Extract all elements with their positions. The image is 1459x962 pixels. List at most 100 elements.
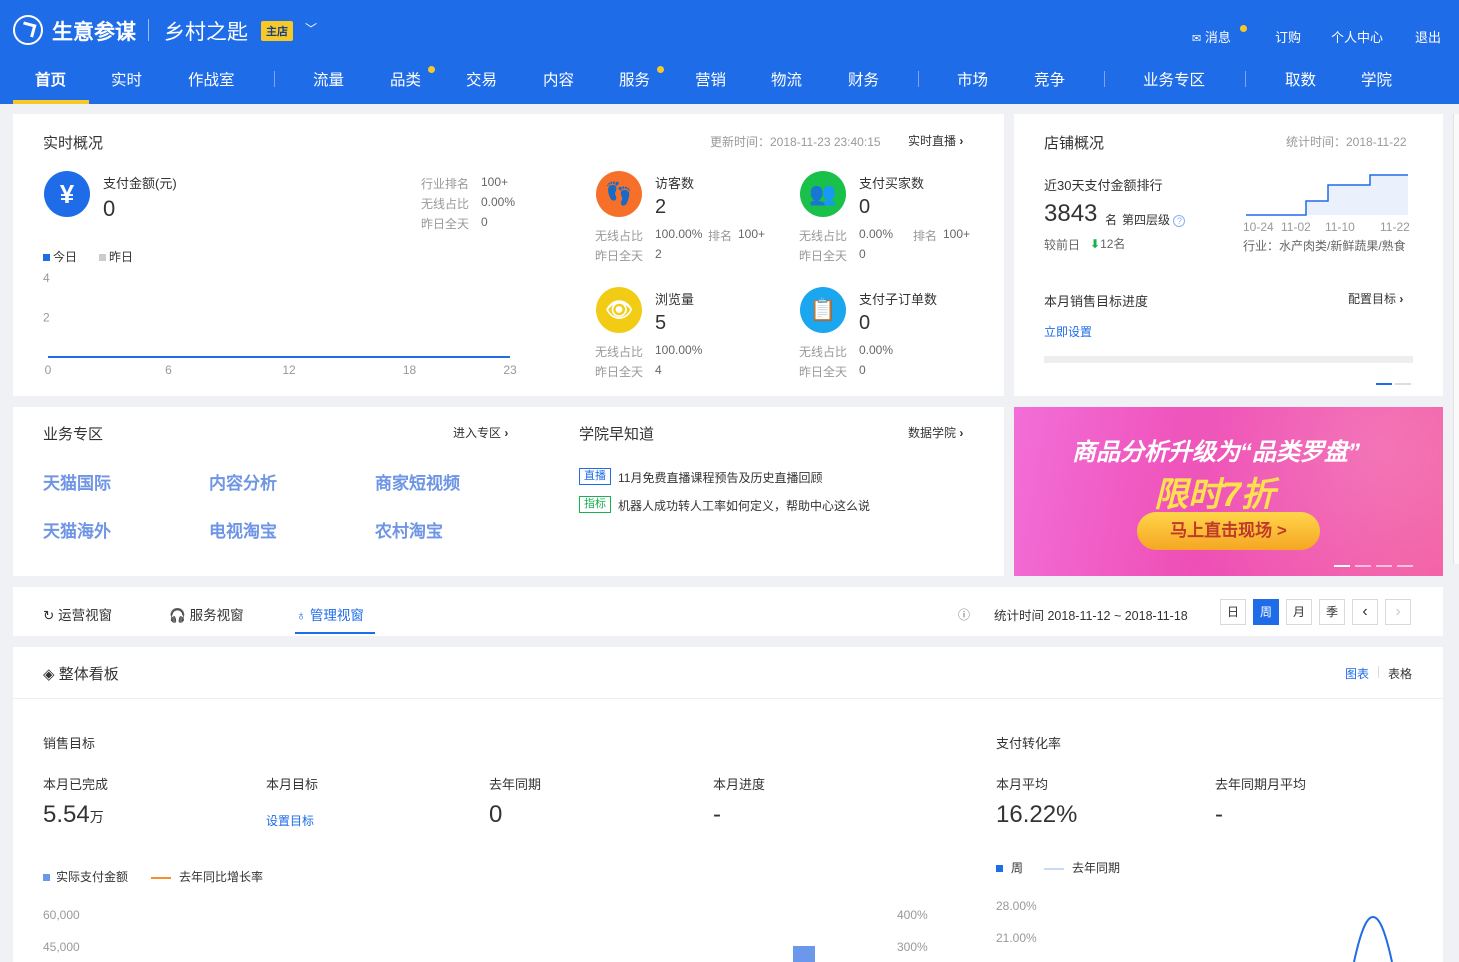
info-icon[interactable]: ⓘ	[958, 606, 970, 623]
legend-last-year[interactable]: 去年同期	[1044, 859, 1120, 876]
legend-swatch	[996, 865, 1003, 872]
nav-content[interactable]: 内容	[543, 68, 574, 90]
set-target-link[interactable]: 设置目标	[266, 812, 314, 829]
personal-center-link[interactable]: 个人中心	[1331, 27, 1383, 46]
nav-market[interactable]: 市场	[957, 68, 988, 90]
shop-badge: 主店	[261, 21, 293, 41]
legend-swatch	[1044, 867, 1064, 870]
carousel-dot[interactable]	[1397, 565, 1413, 567]
mode-table-link[interactable]: 表格	[1388, 665, 1412, 682]
tab-operations[interactable]: ↻ 运营视窗	[43, 604, 112, 624]
notification-dot	[1240, 25, 1247, 32]
academy-item-link[interactable]: 机器人成功转人工率如何定义，帮助中心这么说	[618, 497, 870, 514]
suborders-wireless-label: 无线占比	[799, 345, 848, 359]
promo-banner[interactable]: 商品分析升级为“品类罗盘” 限时7折 马上直击现场 >	[1014, 407, 1443, 576]
pager-dot-active[interactable]	[1376, 383, 1392, 385]
config-target-link[interactable]: 配置目标 ›	[1348, 290, 1403, 307]
data-academy-link[interactable]: 数据学院 ›	[908, 424, 963, 441]
suborders-value: 0	[859, 312, 871, 334]
biz-link-short-video[interactable]: 商家短视频	[375, 469, 460, 494]
academy-item-link[interactable]: 11月免费直播课程预告及历史直播回顾	[618, 469, 822, 486]
carousel-dot[interactable]	[1376, 565, 1392, 567]
period-day[interactable]: 日	[1220, 599, 1246, 625]
level: 第四层级 ?	[1122, 211, 1186, 228]
metric-label: 去年同期	[489, 777, 542, 792]
dashboard-title: ◈ 整体看板	[43, 666, 119, 683]
nav-logistics[interactable]: 物流	[771, 68, 802, 90]
tab-service[interactable]: 🎧 服务视窗	[169, 604, 244, 624]
visitors-yesterday-label: 昨日全天	[595, 249, 644, 263]
conversion-title: 支付转化率	[996, 736, 1062, 751]
compare-value: ⬇12名	[1090, 237, 1126, 251]
period-quarter[interactable]: 季	[1319, 599, 1345, 625]
nav-home[interactable]: 首页	[35, 68, 66, 90]
nav-marketing[interactable]: 营销	[695, 68, 726, 90]
footprint-icon: 👣	[596, 171, 642, 217]
banner-cta-button[interactable]: 马上直击现场 >	[1137, 512, 1320, 550]
nav-data-fetch[interactable]: 取数	[1285, 68, 1316, 90]
refresh-icon: ↻	[43, 608, 55, 623]
buyers-rank-label: 排名	[913, 229, 938, 243]
divider	[13, 698, 1443, 699]
biz-link-rural-taobao[interactable]: 农村淘宝	[375, 517, 443, 542]
chevron-down-icon[interactable]: ﹀	[305, 20, 317, 37]
legend-yesterday[interactable]: 昨日	[99, 248, 133, 265]
biz-link-content-analysis[interactable]: 内容分析	[209, 469, 277, 494]
biz-link-tmall-global[interactable]: 天猫国际	[43, 469, 111, 494]
chart-date: 11-22	[1380, 220, 1410, 234]
nav-war-room[interactable]: 作战室	[188, 68, 235, 90]
yesterday-label: 昨日全天	[421, 217, 470, 231]
legend-today[interactable]: 今日	[43, 248, 77, 265]
nav-academy[interactable]: 学院	[1361, 68, 1392, 90]
pageviews-yesterday-value: 4	[655, 363, 662, 377]
metric-label: 本月平均	[996, 777, 1049, 792]
visitors-wireless-label: 无线占比	[595, 229, 644, 243]
chevron-right-icon: ›	[959, 426, 964, 440]
pager-dot[interactable]	[1395, 383, 1411, 385]
legend-swatch	[43, 254, 50, 261]
nav-finance[interactable]: 财务	[848, 68, 879, 90]
biz-link-tmall-overseas[interactable]: 天猫海外	[43, 517, 111, 542]
set-now-link[interactable]: 立即设置	[1044, 323, 1092, 340]
sales-target-label: 本月销售目标进度	[1044, 294, 1149, 309]
legend-week[interactable]: 周	[996, 859, 1023, 876]
nav-business-zone[interactable]: 业务专区	[1143, 68, 1205, 90]
period-month[interactable]: 月	[1286, 599, 1312, 625]
enter-zone-link[interactable]: 进入专区 ›	[453, 424, 508, 441]
subscribe-link[interactable]: 订购	[1275, 27, 1301, 46]
yesterday-value: 0	[481, 215, 488, 229]
nav-service[interactable]: 服务	[619, 68, 650, 90]
nav-traffic[interactable]: 流量	[313, 68, 344, 90]
carousel-dot-active[interactable]	[1334, 565, 1350, 567]
biz-link-tv-taobao[interactable]: 电视淘宝	[209, 517, 277, 542]
compare-label: 较前日	[1044, 238, 1081, 252]
buyers-yesterday-label: 昨日全天	[799, 249, 848, 263]
suborders-yesterday-label: 昨日全天	[799, 365, 848, 379]
pageviews-wireless-value: 100.00%	[655, 343, 703, 357]
tab-management[interactable]: ♁ 管理视窗	[296, 604, 364, 624]
nav-realtime[interactable]: 实时	[111, 68, 142, 90]
shop-name[interactable]: 乡村之匙	[164, 16, 248, 46]
nav-competition[interactable]: 竞争	[1034, 68, 1065, 90]
prev-period-button[interactable]: ‹	[1352, 599, 1378, 625]
next-period-button[interactable]: ›	[1385, 599, 1411, 625]
carousel-dot[interactable]	[1355, 565, 1371, 567]
brand-name[interactable]: 生意参谋	[52, 16, 136, 46]
nav-category[interactable]: 品类	[390, 68, 421, 90]
help-icon[interactable]: ?	[1173, 215, 1186, 227]
conversion-avg-value: 16.22%	[996, 801, 1078, 828]
y-tick: 21.00%	[996, 931, 1037, 945]
logout-link[interactable]: 退出	[1415, 27, 1441, 46]
live-link[interactable]: 实时直播 ›	[908, 132, 963, 149]
nav-trade[interactable]: 交易	[466, 68, 497, 90]
mode-chart-link[interactable]: 图表	[1345, 665, 1369, 682]
legend-actual[interactable]: 实际支付金额	[43, 868, 128, 885]
y-tick: 300%	[897, 940, 928, 954]
legend-growth[interactable]: 去年同比增长率	[151, 868, 263, 885]
update-time: 更新时间：2018-11-23 23:40:15	[710, 135, 881, 149]
nav-divider	[1104, 71, 1105, 87]
industry: 行业：水产肉类/新鲜蔬果/熟食	[1243, 239, 1406, 253]
pageviews-value: 5	[655, 312, 667, 334]
period-week[interactable]: 周	[1253, 599, 1279, 625]
messages-link[interactable]: ✉ 消息	[1192, 27, 1231, 46]
